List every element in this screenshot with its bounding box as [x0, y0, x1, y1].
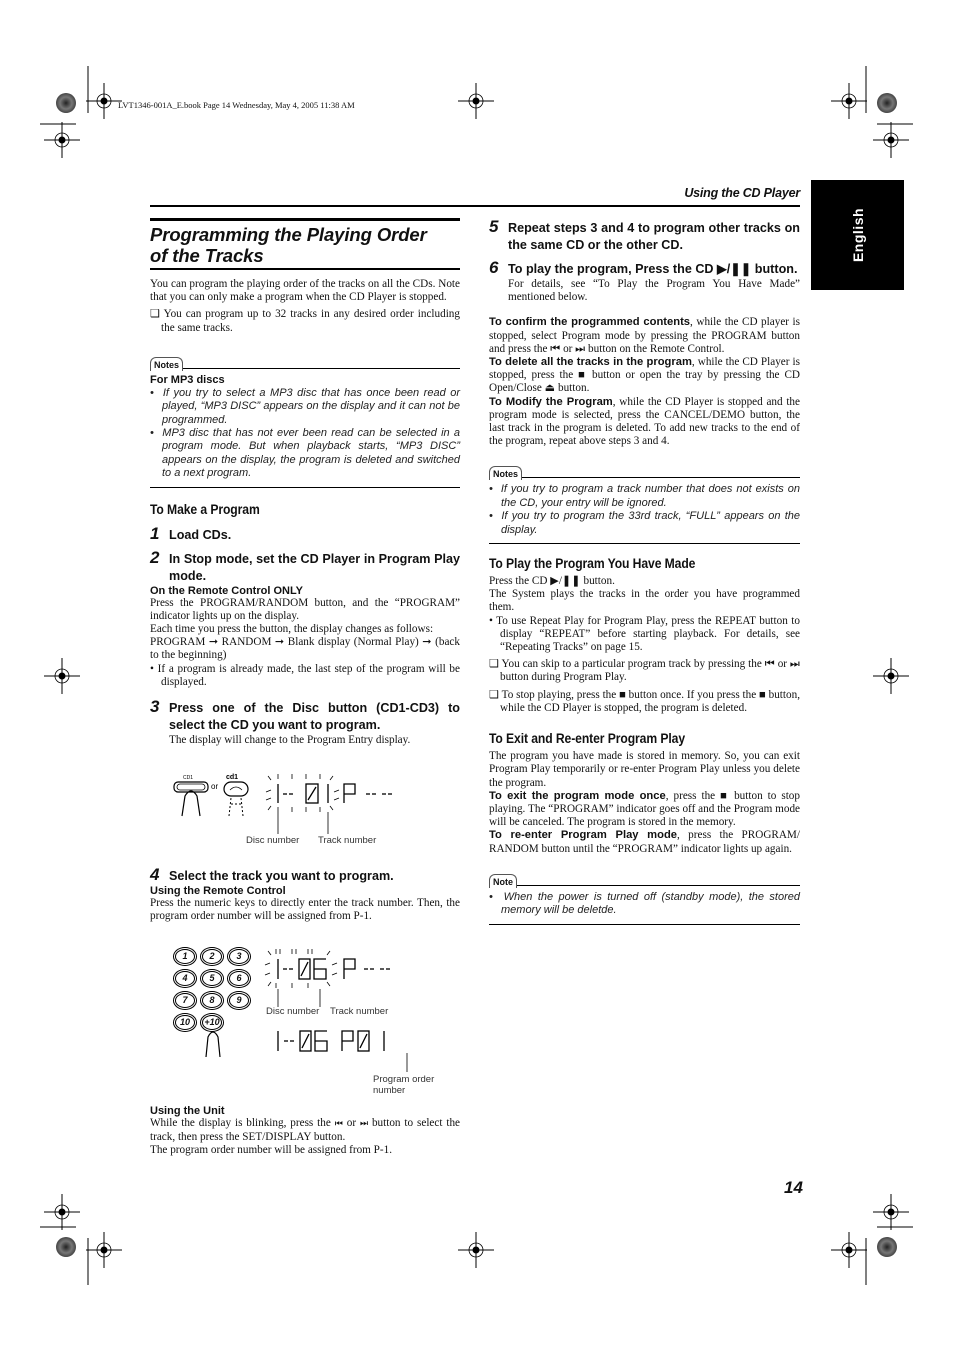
subhead-using-unit: Using the Unit: [150, 1105, 225, 1117]
step-1: 1 Load CDs.: [150, 523, 232, 543]
play-program-text: Press the CD ▶/❚❚ button.: [489, 575, 615, 588]
running-head: Using the CD Player: [684, 186, 800, 200]
label-program-order-2: number: [373, 1085, 406, 1096]
cd1-label-b: cd1: [226, 774, 238, 781]
notes-box-mp3: Notes For MP3 discs • If you try to sele…: [150, 349, 460, 488]
step-6-description: For details, see “To Play the Program Yo…: [508, 278, 800, 304]
figure-numeric-keys: 1 2 3 4 5 6 7 8 9 10 +10 Disc number Tra…: [170, 945, 460, 1100]
step-3: 3 Press one of the Disc button (CD1-CD3) …: [150, 697, 460, 733]
skip-check-item: ❑ You can skip to a particular program t…: [489, 658, 800, 684]
notes-box-program: Notes • If you try to program a track nu…: [489, 458, 800, 545]
label-track-number: Track number: [330, 1006, 389, 1017]
skip-forward-icon: ⏭: [359, 1119, 369, 1129]
using-remote-text: Press the numeric keys to directly enter…: [150, 897, 460, 923]
language-tab-label: English: [849, 207, 866, 263]
title-rule-bottom: [150, 268, 460, 270]
note-item: • If you try to program a track number t…: [489, 483, 800, 509]
delete-program-text: To delete all the tracks in the program,…: [489, 356, 800, 395]
label-disc-number: Disc number: [266, 1006, 320, 1017]
note-item: • If you try to select a MP3 disc that h…: [150, 386, 460, 426]
step-6: 6 To play the program, Press the CD ▶/❚❚ …: [489, 258, 798, 277]
color-rosette-icon: [56, 93, 76, 113]
remote-only-text: Each time you press the button, the disp…: [150, 623, 434, 636]
exit-program-text: To exit the program mode once, press the…: [489, 789, 800, 829]
left-column: Programming the Playing Order of the Tra…: [150, 218, 460, 747]
header-rule: [150, 205, 800, 207]
repeat-bullet: • To use Repeat Play for Program Play, p…: [489, 614, 800, 654]
label-disc-number: Disc number: [246, 835, 300, 846]
book-info: LVT1346-001A_E.book Page 14 Wednesday, M…: [118, 100, 355, 110]
section-heading-make-program: To Make a Program: [150, 501, 260, 517]
using-unit-text-2: The program order number will be assigne…: [150, 1144, 393, 1157]
skip-back-icon: ⏮: [334, 1119, 343, 1129]
modify-program-text: To Modify the Program, while the CD Play…: [489, 395, 800, 448]
language-tab: English: [811, 180, 904, 290]
step-5: 5 Repeat steps 3 and 4 to program other t…: [489, 217, 800, 252]
note-book-icon: Note: [489, 873, 517, 888]
disc-button-illustration: CD1 or cd1: [173, 774, 392, 834]
remote-only-bullet: • If a program is already made, the last…: [150, 662, 460, 688]
notes-subhead: For MP3 discs: [150, 373, 225, 386]
play-program-text: The System plays the tracks in the order…: [489, 588, 800, 614]
note-item: • MP3 disc that has not ever been read c…: [150, 427, 460, 480]
subhead-using-remote: Using the Remote Control: [150, 885, 286, 897]
subhead-remote-only: On the Remote Control ONLY: [150, 584, 303, 597]
note-item: • If you try to program the 33rd track, …: [489, 510, 800, 536]
mode-cycle-text: PROGRAM ➞ RANDOM ➞ Blank display (Normal…: [150, 636, 460, 662]
notes-book-icon: Notes: [489, 466, 523, 481]
exit-reenter-text: The program you have made is stored in m…: [489, 750, 800, 789]
svg-text:or: or: [211, 782, 218, 791]
remote-only-text: Press the PROGRAM/RANDOM button, and the…: [150, 596, 460, 622]
cd1-label: CD1: [183, 775, 193, 781]
notes-book-icon: Notes: [150, 356, 184, 371]
intro-check-item: ❑ You can program up to 32 tracks in any…: [150, 308, 460, 334]
stop-check-item: ❑ To stop playing, press the ■ button on…: [489, 688, 800, 714]
step-3-description: The display will change to the Program E…: [169, 734, 411, 747]
figure-program-entry: CD1 or cd1 Disc number Track number: [170, 770, 430, 850]
right-column: 5 Repeat steps 3 and 4 to program other t…: [489, 218, 800, 925]
note-item: • When the power is turned off (standby …: [489, 890, 800, 917]
intro-text: You can program the playing order of the…: [150, 278, 460, 304]
using-unit-text: While the display is blinking, press the…: [150, 1117, 461, 1144]
label-track-number: Track number: [318, 835, 377, 846]
confirm-program-text: To confirm the programmed contents, whil…: [489, 316, 801, 355]
note-box-power: Note • When the power is turned off (sta…: [489, 866, 800, 925]
section-heading-exit-reenter: To Exit and Re-enter Program Play: [489, 731, 685, 747]
section-heading-play-program: To Play the Program You Have Made: [489, 556, 696, 572]
label-program-order: Program order: [373, 1074, 435, 1085]
page-number: 14: [784, 1178, 803, 1197]
reenter-program-text: To re-enter Program Play mode, press the…: [489, 829, 800, 855]
step-4: 4 Select the track you want to program.: [150, 865, 394, 884]
step-2: 2 In Stop mode, set the CD Player in Prog…: [150, 547, 460, 583]
page-title: Programming the Playing Order of the Tra…: [150, 224, 427, 266]
